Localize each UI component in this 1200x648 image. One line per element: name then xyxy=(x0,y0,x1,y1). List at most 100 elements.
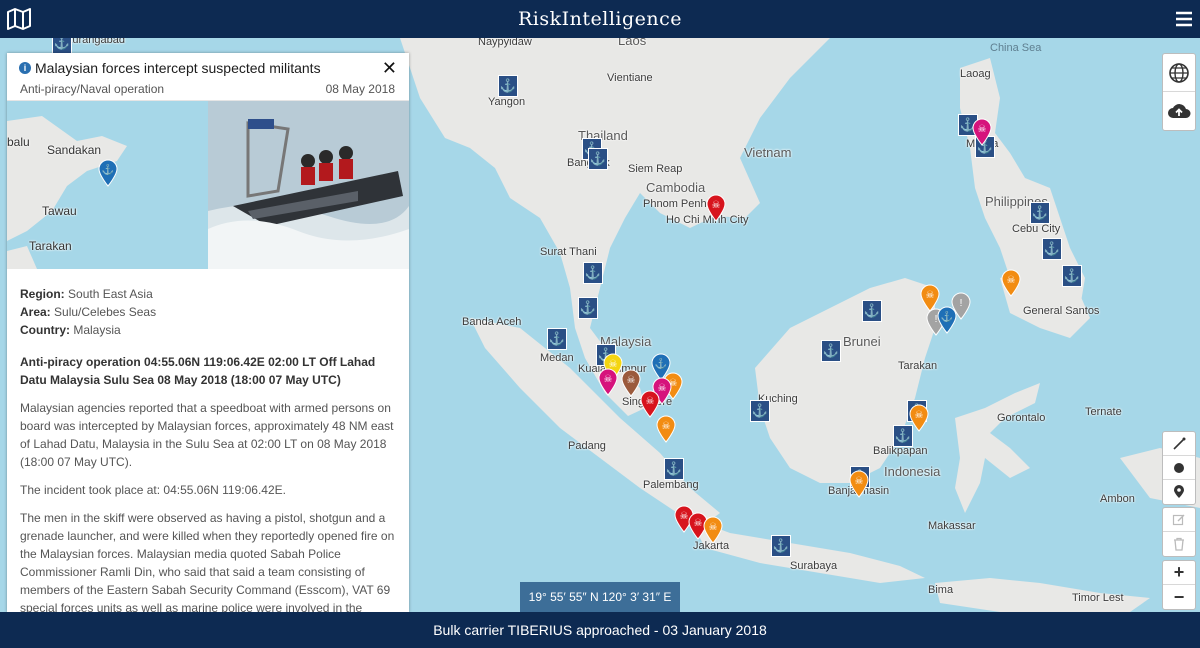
top-bar: RiskIntelligence xyxy=(0,0,1200,38)
anchor-icon[interactable]: ⚓ xyxy=(1030,202,1050,224)
place-label: Brunei xyxy=(843,334,881,349)
incident-paragraph: The men in the skiff were observed as ha… xyxy=(20,511,395,612)
place-label: Gorontalo xyxy=(997,412,1046,424)
place-label: China Sea xyxy=(990,42,1042,54)
place-label: Surat Thani xyxy=(540,246,597,258)
svg-text:☠: ☠ xyxy=(926,290,935,301)
place-label: Vientiane xyxy=(607,72,653,84)
incident-photo xyxy=(208,101,409,269)
svg-text:⚓: ⚓ xyxy=(655,357,667,370)
incident-headline: Anti-piracy operation 04:55.06N 119:06.4… xyxy=(20,355,376,387)
anchor-icon[interactable]: ⚓ xyxy=(821,340,841,362)
place-label: Tarakan xyxy=(29,239,72,253)
anchor-icon[interactable]: ⚓ xyxy=(498,75,518,97)
layer-controls xyxy=(1162,53,1196,131)
skull-pin-icon[interactable]: ☠ xyxy=(1000,269,1022,297)
edit-icon[interactable] xyxy=(1163,508,1195,532)
anchor-icon[interactable]: ⚓ xyxy=(583,262,603,284)
place-label: Tawau xyxy=(42,204,77,218)
trash-icon[interactable] xyxy=(1163,532,1195,556)
zoom-out-icon[interactable]: − xyxy=(1163,585,1195,609)
svg-text:⚓: ⚓ xyxy=(941,310,953,323)
skull-pin-icon[interactable]: ☠ xyxy=(848,470,870,498)
anchor-icon[interactable]: ⚓ xyxy=(578,297,598,319)
svg-text:☠: ☠ xyxy=(915,410,924,421)
anchor-icon[interactable]: ⚓ xyxy=(588,148,608,170)
place-label: Padang xyxy=(568,440,606,452)
place-label: Bima xyxy=(928,584,954,596)
skull-pin-icon[interactable]: ☠ xyxy=(702,516,724,544)
skull-pin-icon[interactable]: ☠ xyxy=(705,194,727,222)
place-label: Yangon xyxy=(488,96,526,108)
skull-pin-icon[interactable]: ☠ xyxy=(908,404,930,432)
place-label: Ternate xyxy=(1085,406,1122,418)
anchor-icon[interactable]: ⚓ xyxy=(771,535,791,557)
panel-title: Malaysian forces intercept suspected mil… xyxy=(35,60,321,76)
skull-pin-icon[interactable]: ☠ xyxy=(971,118,993,146)
place-label: Siem Reap xyxy=(628,163,683,175)
globe-icon[interactable] xyxy=(1163,54,1195,92)
hamburger-menu-icon[interactable] xyxy=(1174,9,1194,29)
svg-text:☠: ☠ xyxy=(709,522,718,533)
svg-text:☠: ☠ xyxy=(646,396,655,407)
skull-pin-icon[interactable]: ☠ xyxy=(639,390,661,418)
place-label: Sandakan xyxy=(47,143,102,157)
place-label: Phnom Penh xyxy=(643,198,707,210)
cursor-coordinates: 19° 55′ 55″ N 120° 3′ 31″ E xyxy=(520,582,680,612)
incident-panel: i Malaysian forces intercept suspected m… xyxy=(7,53,409,612)
place-label: Aurangabad xyxy=(65,38,125,46)
info-icon: i xyxy=(19,62,31,74)
country-row: Country: Malaysia xyxy=(20,323,121,337)
news-ticker[interactable]: Bulk carrier TIBERIUS approached - 03 Ja… xyxy=(0,612,1200,648)
anchor-pin-icon[interactable]: ⚓ xyxy=(97,159,119,187)
anchor-icon[interactable]: ⚓ xyxy=(547,328,567,350)
anchor-icon[interactable]: ⚓ xyxy=(750,400,770,422)
area-row: Area: Sulu/Celebes Seas xyxy=(20,305,157,319)
anchor-icon[interactable]: ⚓ xyxy=(862,300,882,322)
zoom-controls: + − xyxy=(1162,560,1196,610)
svg-text:☠: ☠ xyxy=(627,375,636,386)
svg-text:☠: ☠ xyxy=(855,476,864,487)
close-icon[interactable]: ✕ xyxy=(382,58,397,79)
draw-controls xyxy=(1162,431,1196,505)
place-label: Palembang xyxy=(643,479,699,491)
skull-pin-icon[interactable]: ☠ xyxy=(597,368,619,396)
panel-images: balu Sandakan Tawau Tarakan ⚓ xyxy=(7,101,409,269)
cloud-upload-icon[interactable] xyxy=(1163,92,1195,130)
svg-text:⚓: ⚓ xyxy=(102,163,114,176)
marker-icon[interactable] xyxy=(1163,480,1195,504)
place-label: Vietnam xyxy=(744,145,792,160)
svg-text:☠: ☠ xyxy=(978,124,987,135)
svg-text:☠: ☠ xyxy=(604,374,613,385)
edit-controls xyxy=(1162,507,1196,557)
place-label: Naypyidaw xyxy=(478,38,532,48)
anchor-icon[interactable]: ⚓ xyxy=(1042,238,1062,260)
place-label: Banda Aceh xyxy=(462,316,522,328)
place-label: Tarakan xyxy=(898,360,938,372)
place-label: Makassar xyxy=(928,520,976,532)
map-icon[interactable] xyxy=(6,7,32,31)
svg-text:☠: ☠ xyxy=(1007,275,1016,286)
place-label: Cebu City xyxy=(1012,223,1061,235)
anchor-icon[interactable]: ⚓ xyxy=(664,458,684,480)
place-label: Medan xyxy=(540,352,574,364)
anchor-icon[interactable]: ⚓ xyxy=(52,38,72,54)
place-label: Ambon xyxy=(1100,493,1135,505)
panel-body: Region: South East Asia Area: Sulu/Celeb… xyxy=(7,269,409,612)
incident-category: Anti-piracy/Naval operation xyxy=(20,82,165,96)
incident-paragraph: The incident took place at: 04:55.06N 11… xyxy=(20,483,286,497)
place-label: Indonesia xyxy=(884,464,941,479)
selected-anchor-pin-icon[interactable]: ⚓ xyxy=(936,306,958,334)
draw-line-icon[interactable] xyxy=(1163,432,1195,456)
zoom-in-icon[interactable]: + xyxy=(1163,561,1195,585)
svg-text:!: ! xyxy=(960,298,963,309)
place-label: Laoag xyxy=(960,68,991,80)
incident-date: 08 May 2018 xyxy=(325,82,395,96)
anchor-icon[interactable]: ⚓ xyxy=(1062,265,1082,287)
place-label: Timor Lest xyxy=(1072,592,1124,604)
region-row: Region: South East Asia xyxy=(20,287,153,301)
draw-circle-icon[interactable] xyxy=(1163,456,1195,480)
skull-pin-icon[interactable]: ☠ xyxy=(655,415,677,443)
mini-map[interactable]: balu Sandakan Tawau Tarakan ⚓ xyxy=(7,101,208,269)
panel-header: i Malaysian forces intercept suspected m… xyxy=(7,53,409,101)
